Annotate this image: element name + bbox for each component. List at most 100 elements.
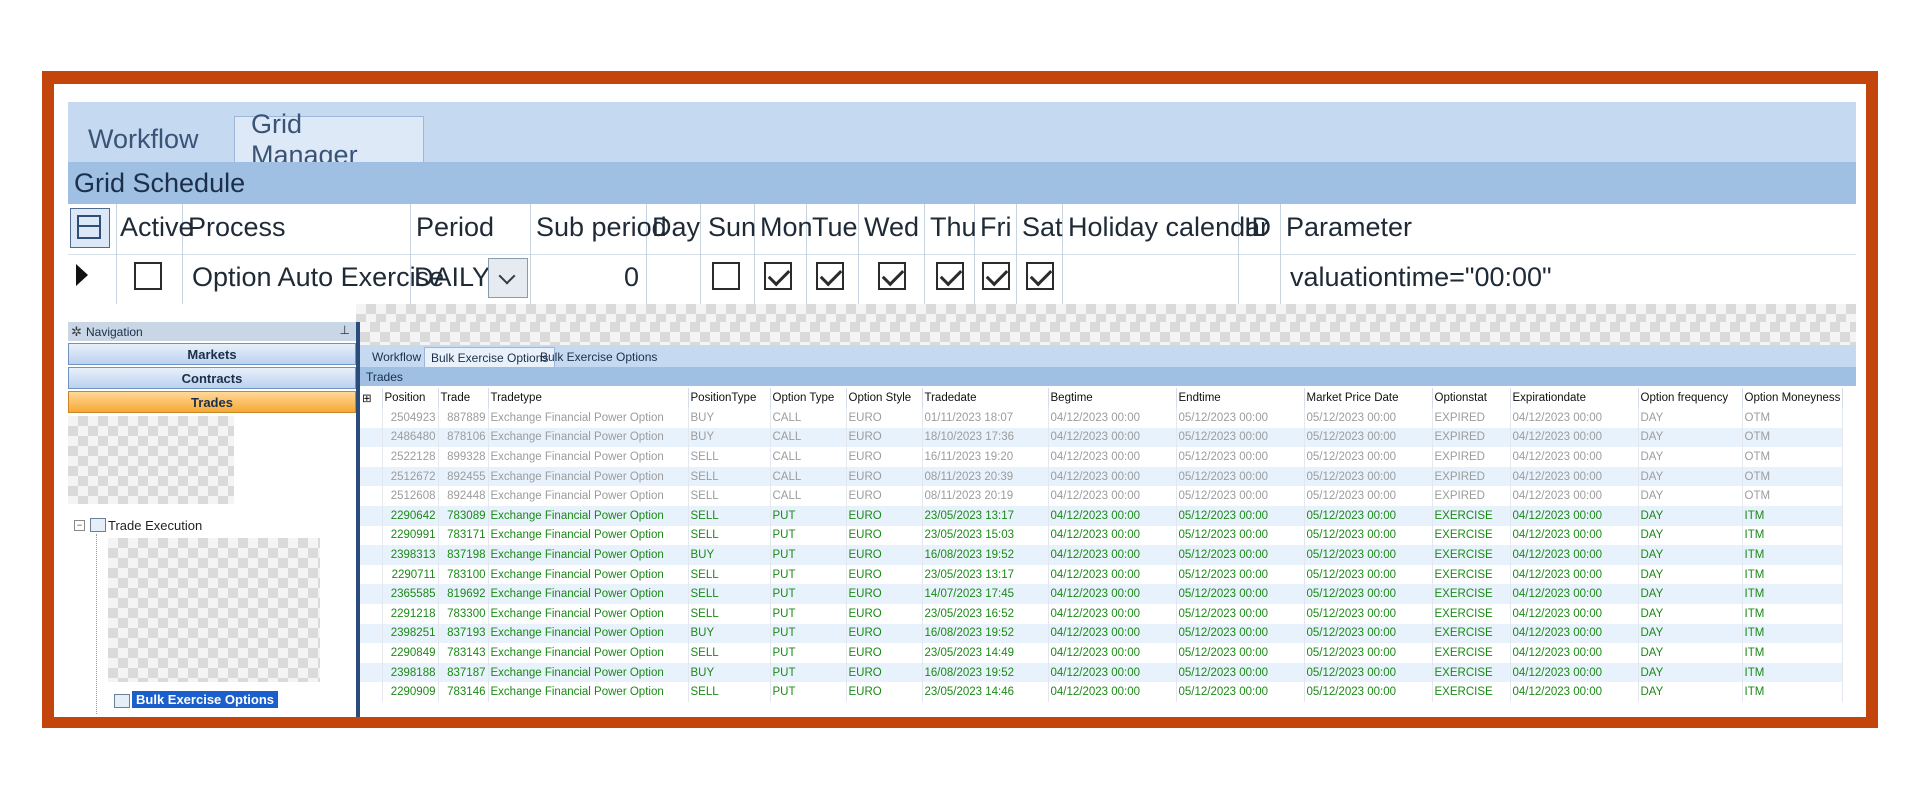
table-cell: 05/12/2023 00:00	[1304, 682, 1433, 702]
period-value[interactable]: DAILY	[414, 262, 490, 293]
col-positiontype[interactable]: PositionType	[688, 388, 771, 408]
table-cell: 05/12/2023 00:00	[1304, 564, 1433, 585]
col-expirationdate[interactable]: Expirationdate	[1510, 388, 1639, 408]
col-tradedate[interactable]: Tradedate	[922, 388, 1049, 408]
table-row[interactable]: 2512672 892455 Exchange Financial Power Op…	[360, 466, 1844, 487]
mon-checkbox[interactable]	[764, 262, 792, 290]
table-row[interactable]: 2512608 892448 Exchange Financial Power Op…	[360, 486, 1844, 506]
table-cell: 04/12/2023 00:00	[1510, 623, 1639, 644]
tree-node-trade-execution[interactable]: Trade Execution	[108, 518, 202, 533]
table-cell: EXPIRED	[1432, 408, 1511, 428]
table-cell: EXERCISE	[1432, 525, 1511, 546]
table-cell: 05/12/2023 00:00	[1176, 427, 1305, 448]
sat-checkbox[interactable]	[1026, 262, 1054, 290]
row-selector[interactable]	[360, 505, 383, 526]
grid-options-icon[interactable]: ⊞	[360, 388, 383, 408]
fri-checkbox[interactable]	[982, 262, 1010, 290]
col-endtime[interactable]: Endtime	[1176, 388, 1305, 408]
table-cell: 2290991	[382, 525, 439, 546]
table-cell: SELL	[688, 466, 771, 487]
table-row[interactable]: 2365585 819692 Exchange Financial Power Op…	[360, 584, 1844, 604]
tab-bulk-exercise-options-2[interactable]: Bulk Exercise Options	[534, 347, 663, 367]
col-trade[interactable]: Trade	[438, 388, 489, 408]
table-cell: CALL	[770, 486, 847, 506]
table-cell: 2365585	[382, 584, 439, 604]
row-selector[interactable]	[360, 603, 383, 624]
table-row[interactable]: 2290849 783143 Exchange Financial Power Op…	[360, 643, 1844, 663]
table-row[interactable]: 2398188 837187 Exchange Financial Power Op…	[360, 662, 1844, 683]
table-cell: Exchange Financial Power Option	[488, 447, 689, 467]
col-option-type[interactable]: Option Type	[770, 388, 847, 408]
thu-checkbox[interactable]	[936, 262, 964, 290]
table-cell: EXPIRED	[1432, 447, 1511, 467]
col-option-moneyness[interactable]: Option Moneyness	[1742, 388, 1844, 408]
tree-node-bulk-exercise-options[interactable]: Bulk Exercise Options	[132, 691, 278, 708]
table-cell: OTM	[1742, 427, 1844, 448]
col-market-price-date[interactable]: Market Price Date	[1304, 388, 1433, 408]
table-cell: Exchange Financial Power Option	[488, 682, 689, 702]
table-cell: 05/12/2023 00:00	[1176, 623, 1305, 644]
table-cell: 899328	[438, 447, 489, 467]
table-cell: 05/12/2023 00:00	[1176, 603, 1305, 624]
table-cell: EXERCISE	[1432, 603, 1511, 624]
table-cell: CALL	[770, 408, 847, 428]
col-optionstat[interactable]: Optionstat	[1432, 388, 1511, 408]
col-option-style[interactable]: Option Style	[846, 388, 923, 408]
row-selector[interactable]	[360, 564, 383, 585]
row-selector[interactable]	[360, 682, 383, 702]
table-cell: 05/12/2023 00:00	[1176, 447, 1305, 467]
table-cell: PUT	[770, 623, 847, 644]
sub-period-value[interactable]: 0	[624, 262, 639, 293]
nav-markets-button[interactable]: Markets	[68, 343, 356, 365]
process-value[interactable]: Option Auto Exercise	[192, 262, 444, 293]
row-selector[interactable]	[360, 545, 383, 565]
table-cell: DAY	[1638, 623, 1743, 644]
tab-workflow-small[interactable]: Workflow	[366, 347, 427, 367]
row-selector[interactable]	[360, 525, 383, 546]
table-cell: EURO	[846, 408, 923, 428]
row-selector[interactable]	[360, 466, 383, 487]
table-cell: 05/12/2023 00:00	[1304, 505, 1433, 526]
trades-tabbar: Workflow Bulk Exercise Options Bulk Exer…	[360, 345, 1856, 368]
tue-checkbox[interactable]	[816, 262, 844, 290]
table-cell: ITM	[1742, 662, 1844, 683]
col-option-frequency[interactable]: Option frequency	[1638, 388, 1743, 408]
sun-checkbox[interactable]	[712, 262, 740, 290]
parameter-value[interactable]: valuationtime="00:00"	[1290, 262, 1552, 293]
table-row[interactable]: 2290642 783089 Exchange Financial Power Op…	[360, 505, 1844, 526]
table-cell: 04/12/2023 00:00	[1510, 603, 1639, 624]
table-row[interactable]: 2290909 783146 Exchange Financial Power Op…	[360, 682, 1844, 702]
table-row[interactable]: 2522128 899328 Exchange Financial Power Op…	[360, 447, 1844, 467]
grid-settings-icon[interactable]	[70, 208, 110, 248]
collapse-icon[interactable]: −	[74, 520, 85, 531]
col-tradetype[interactable]: Tradetype	[488, 388, 689, 408]
row-selector[interactable]	[360, 408, 383, 428]
col-position[interactable]: Position	[382, 388, 439, 408]
table-row[interactable]: 2291218 783300 Exchange Financial Power Op…	[360, 603, 1844, 624]
table-row[interactable]: 2398313 837198 Exchange Financial Power Op…	[360, 545, 1844, 565]
active-checkbox[interactable]	[134, 262, 162, 290]
table-cell: BUY	[688, 427, 771, 448]
row-selector[interactable]	[360, 623, 383, 644]
pin-icon[interactable]: ⊥	[340, 323, 350, 337]
tab-grid-manager[interactable]: Grid Manager	[234, 109, 424, 170]
table-row[interactable]: 2290991 783171 Exchange Financial Power Op…	[360, 525, 1844, 546]
tab-workflow[interactable]: Workflow	[72, 116, 234, 162]
row-selector[interactable]	[360, 447, 383, 467]
table-cell: 05/12/2023 00:00	[1304, 525, 1433, 546]
wed-checkbox[interactable]	[878, 262, 906, 290]
row-selector[interactable]	[360, 427, 383, 448]
table-row[interactable]: 2290711 783100 Exchange Financial Power Op…	[360, 564, 1844, 585]
table-row[interactable]: 2398251 837193 Exchange Financial Power Op…	[360, 623, 1844, 644]
row-selector[interactable]	[360, 584, 383, 604]
row-selector[interactable]	[360, 643, 383, 663]
nav-contracts-button[interactable]: Contracts	[68, 367, 356, 389]
period-dropdown-button[interactable]	[488, 258, 528, 298]
nav-trades-button[interactable]: Trades	[68, 391, 356, 413]
table-cell: OTM	[1742, 466, 1844, 487]
table-row[interactable]: 2486480 878106 Exchange Financial Power Op…	[360, 427, 1844, 448]
row-selector[interactable]	[360, 662, 383, 683]
table-row[interactable]: 2504923 887889 Exchange Financial Power Op…	[360, 408, 1844, 428]
col-begtime[interactable]: Begtime	[1048, 388, 1177, 408]
row-selector[interactable]	[360, 486, 383, 506]
